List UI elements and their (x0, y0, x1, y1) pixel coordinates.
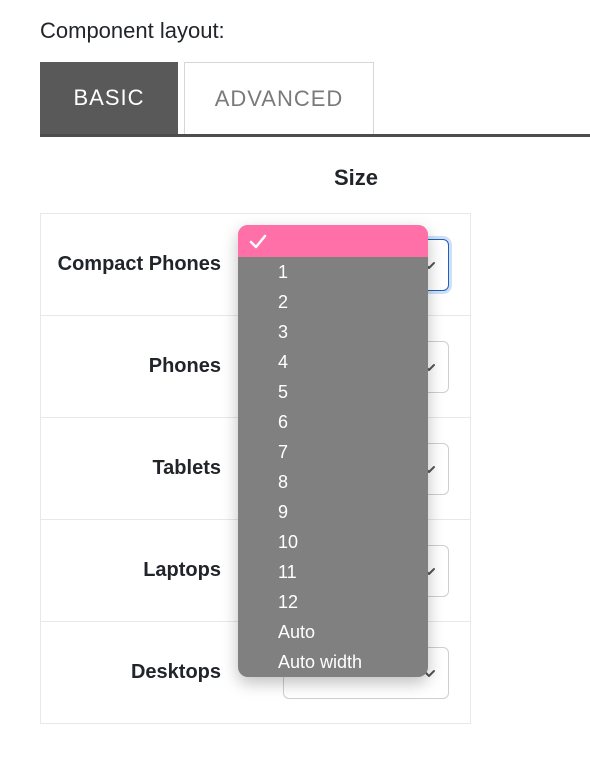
component-layout-panel: Component layout: BASIC ADVANCED Size Co… (0, 0, 590, 724)
section-label: Component layout: (40, 18, 590, 44)
size-option[interactable]: 5 (238, 377, 428, 407)
column-header-size: Size (334, 165, 590, 191)
size-option[interactable]: 10 (238, 527, 428, 557)
size-option[interactable]: Auto width (238, 647, 428, 677)
size-option[interactable]: 8 (238, 467, 428, 497)
size-option[interactable]: Auto (238, 617, 428, 647)
size-option-label: 3 (278, 322, 288, 343)
size-option-label: Auto width (278, 652, 362, 673)
size-option-label: 1 (278, 262, 288, 283)
row-label: Compact Phones (41, 253, 237, 276)
size-option-label: 9 (278, 502, 288, 523)
size-option[interactable]: 4 (238, 347, 428, 377)
size-option-label: 5 (278, 382, 288, 403)
size-option[interactable]: 7 (238, 437, 428, 467)
size-option[interactable]: 11 (238, 557, 428, 587)
check-icon (248, 231, 268, 251)
size-dropdown[interactable]: 123456789101112AutoAuto width (238, 225, 428, 677)
size-option[interactable]: 6 (238, 407, 428, 437)
size-option-label: 7 (278, 442, 288, 463)
size-option-label: 10 (278, 532, 298, 553)
row-label: Desktops (41, 661, 237, 684)
size-option[interactable] (238, 225, 428, 257)
size-option[interactable]: 2 (238, 287, 428, 317)
size-option-label: 12 (278, 592, 298, 613)
row-label: Tablets (41, 457, 237, 480)
tabs: BASIC ADVANCED (40, 62, 590, 137)
row-label: Laptops (41, 559, 237, 582)
size-option-label: 8 (278, 472, 288, 493)
row-label: Phones (41, 355, 237, 378)
size-option-label: 6 (278, 412, 288, 433)
tab-advanced[interactable]: ADVANCED (184, 62, 374, 134)
tab-basic[interactable]: BASIC (40, 62, 178, 134)
size-option-label: 2 (278, 292, 288, 313)
size-option[interactable]: 12 (238, 587, 428, 617)
size-option-label: 4 (278, 352, 288, 373)
size-option[interactable]: 3 (238, 317, 428, 347)
size-option-label: Auto (278, 622, 315, 643)
size-option[interactable]: 9 (238, 497, 428, 527)
size-option-label: 11 (278, 562, 297, 583)
size-option[interactable]: 1 (238, 257, 428, 287)
